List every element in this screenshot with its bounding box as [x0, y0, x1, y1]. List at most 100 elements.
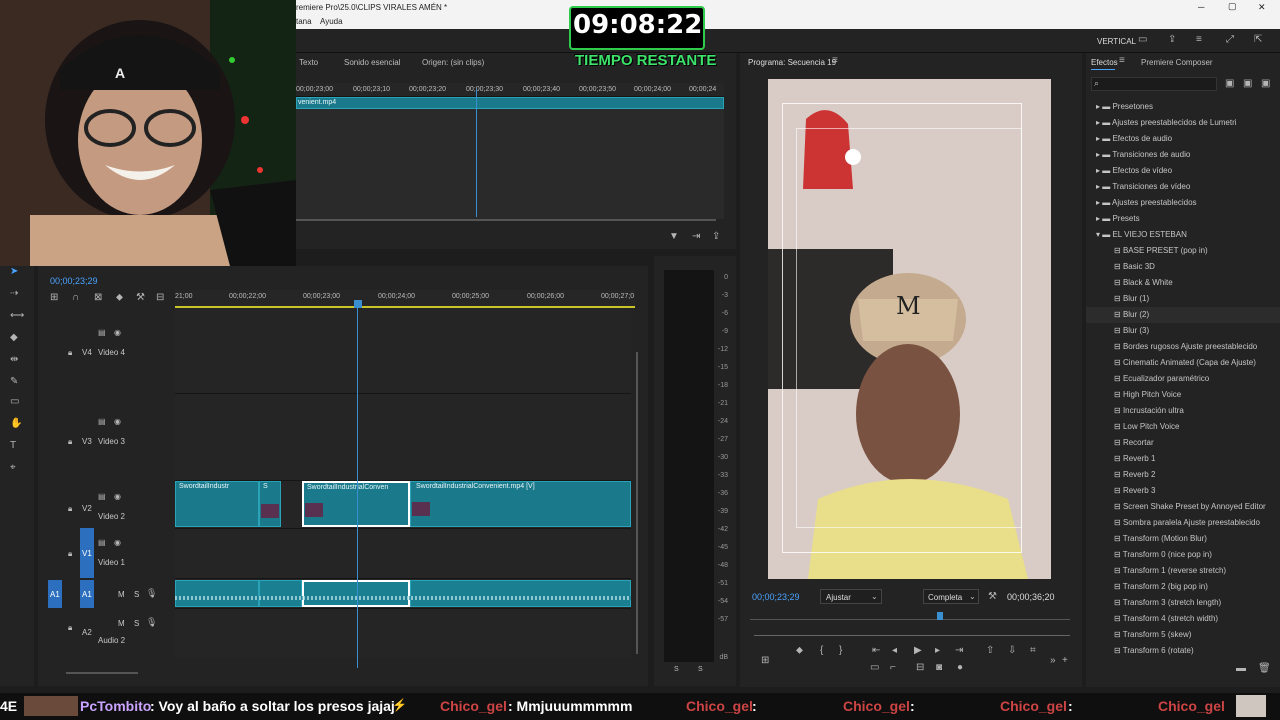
clip[interactable]: SwordtailIndustr — [175, 481, 259, 527]
razor-icon[interactable]: ◆ — [10, 332, 18, 343]
preset-item[interactable]: ⊟ Blur (1) — [1114, 291, 1149, 307]
horizontal-scrollbar[interactable] — [66, 672, 138, 674]
step-back-icon[interactable]: ◂ — [892, 645, 897, 656]
preset-item[interactable]: ⊟ Transform 1 (reverse stretch) — [1114, 563, 1226, 579]
panel-menu-icon[interactable]: ≡ — [1119, 55, 1125, 66]
add-button-icon[interactable]: + — [1062, 655, 1068, 666]
tab-origen[interactable]: Origen: (sin clips) — [422, 58, 484, 67]
pen-icon[interactable]: ✎ — [10, 376, 18, 387]
snap-icon[interactable]: ∩ — [72, 292, 79, 303]
eye-icon[interactable]: ◉ — [114, 538, 121, 547]
preset-item[interactable]: ⊟ Transform 2 (big pop in) — [1114, 579, 1208, 595]
preset-item[interactable]: ⊟ Basic 3D — [1114, 259, 1155, 275]
preset-item[interactable]: ⊟ Recortar — [1114, 435, 1154, 451]
settings-icon[interactable]: ⊞ — [761, 655, 769, 666]
nest-icon[interactable]: ⊞ — [50, 292, 58, 303]
wrench-icon[interactable]: ⚒ — [988, 591, 997, 602]
quality-dropdown[interactable]: Completa ⌄ — [923, 589, 979, 604]
preset-item[interactable]: ⊟ Reverb 1 — [1114, 451, 1155, 467]
preset-item[interactable]: ⊟ Bordes rugosos Ajuste preestablecido — [1114, 339, 1257, 355]
meter-solo[interactable]: S — [698, 666, 703, 673]
meter-solo[interactable]: S — [674, 666, 679, 673]
toggle-sync-icon[interactable]: ▤ — [98, 328, 106, 337]
source-scrollbar[interactable] — [296, 219, 716, 221]
tab-sonido-esencial[interactable]: Sonido esencial — [344, 58, 400, 67]
wrench-icon[interactable]: ⚒ — [136, 292, 145, 303]
lock-icon[interactable]: 🔒︎ — [68, 437, 72, 447]
solo-button[interactable]: S — [134, 619, 139, 628]
export-icon[interactable]: ⇪ — [1168, 34, 1176, 45]
maximize-button[interactable]: ▢ — [1228, 1, 1237, 12]
eye-icon[interactable]: ◉ — [114, 417, 121, 426]
trash-icon[interactable]: 🗑︎ — [1258, 663, 1271, 674]
program-ruler[interactable] — [750, 610, 1070, 620]
program-playhead[interactable] — [937, 612, 943, 620]
folder-presetones[interactable]: ▸ ▬ Presetones — [1096, 99, 1153, 115]
type-icon[interactable]: T — [10, 440, 16, 451]
tab-premiere-composer[interactable]: Premiere Composer — [1141, 58, 1213, 67]
solo-button[interactable]: S — [134, 590, 139, 599]
panel-icon[interactable]: ▭ — [1138, 34, 1147, 45]
menu-item-ventana[interactable]: tana — [296, 17, 312, 26]
caption-icon[interactable]: ⌖ — [10, 462, 16, 473]
more-icon[interactable]: » — [1050, 655, 1056, 666]
add-marker-icon[interactable]: ⬥ — [116, 292, 123, 303]
play-icon[interactable]: ▶ — [914, 645, 922, 656]
folder-video-transitions[interactable]: ▸ ▬ Transiciones de vídeo — [1096, 179, 1190, 195]
timeline-playhead-handle[interactable] — [354, 300, 362, 308]
preset-item[interactable]: ⊟ BASE PRESET (pop in) — [1114, 243, 1208, 259]
mark-out-icon[interactable]: } — [839, 645, 842, 656]
lock-icon[interactable]: 🔒︎ — [68, 549, 72, 559]
preset-item[interactable]: ⊟ Transform (Motion Blur) — [1114, 531, 1207, 547]
panel-menu-icon[interactable]: ≡ — [832, 55, 838, 66]
step-forward-icon[interactable]: ▸ — [935, 645, 940, 656]
go-to-in-icon[interactable]: ⇤ — [872, 645, 880, 656]
fit-dropdown[interactable]: Ajustar ⌄ — [820, 589, 882, 604]
tab-efectos[interactable]: Efectos — [1091, 58, 1118, 67]
linked-selection-icon[interactable]: ⊠ — [94, 292, 102, 303]
timeline-playhead[interactable] — [357, 308, 358, 668]
ripple-edit-icon[interactable]: ⟷ — [10, 310, 24, 321]
safe-margins-icon[interactable]: ⌐ — [890, 662, 896, 673]
preset-item[interactable]: ⊟ Screen Shake Preset by Annoyed Editor — [1114, 499, 1266, 515]
mute-button[interactable]: M — [118, 619, 125, 628]
preset-item[interactable]: ⊟ Reverb 3 — [1114, 483, 1155, 499]
camera-icon[interactable]: ◙ — [936, 662, 942, 673]
program-timecode[interactable]: 00;00;23;29 — [752, 592, 800, 602]
yuv-icon[interactable]: ▣ — [1261, 78, 1270, 89]
preset-item[interactable]: ⊟ Transform 5 (skew) — [1114, 627, 1191, 643]
export-frame-icon[interactable]: ⇪ — [712, 231, 720, 242]
timeline-timecode[interactable]: 00;00;23;29 — [50, 276, 98, 286]
folder-el-viejo-esteban[interactable]: ▾ ▬ EL VIEJO ESTEBAN — [1096, 227, 1187, 243]
preset-item-selected[interactable]: ⊟ Blur (2) — [1086, 307, 1280, 323]
folder-lumetri[interactable]: ▸ ▬ Ajustes preestablecidos de Lumetri — [1096, 115, 1237, 131]
preset-item[interactable]: ⊟ Transform 0 (nice pop in) — [1114, 547, 1212, 563]
clip[interactable]: SwordtailIndustrialConvenient.mp4 [V] — [410, 481, 631, 527]
share-icon[interactable]: ⇱ — [1254, 34, 1262, 45]
tracks-area[interactable]: SwordtailIndustr S SwordtailIndustrialCo… — [175, 308, 631, 658]
program-zoom-bar[interactable] — [754, 635, 1070, 636]
program-title[interactable]: Programa: Secuencia 19 — [748, 58, 836, 67]
microphone-icon[interactable]: 🎙︎ — [146, 617, 157, 628]
lock-icon[interactable]: 🔒︎ — [68, 348, 72, 358]
extract-icon[interactable]: ⇩ — [1008, 645, 1016, 656]
insert-icon[interactable]: ⇥ — [692, 231, 700, 242]
source-playhead[interactable] — [476, 89, 477, 217]
filter-icon[interactable]: ▼ — [669, 231, 679, 242]
preset-item[interactable]: ⊟ Incrustación ultra — [1114, 403, 1184, 419]
source-clip[interactable]: venient.mp4 — [296, 97, 724, 109]
track-select-icon[interactable]: ⇢ — [10, 288, 18, 299]
audio-clip[interactable] — [410, 580, 631, 607]
32bit-icon[interactable]: ▣ — [1243, 78, 1252, 89]
go-to-out-icon[interactable]: ⇥ — [955, 645, 963, 656]
eye-icon[interactable]: ◉ — [114, 492, 121, 501]
close-button[interactable]: ✕ — [1258, 2, 1266, 13]
preset-item[interactable]: ⊟ Reverb 2 — [1114, 467, 1155, 483]
clip[interactable]: S — [259, 481, 281, 527]
toggle-sync-icon[interactable]: ▤ — [98, 492, 106, 501]
folder-presets-ajustes[interactable]: ▸ ▬ Ajustes preestablecidos — [1096, 195, 1197, 211]
microphone-icon[interactable]: 🎙︎ — [146, 588, 157, 599]
new-folder-icon[interactable]: ▬ — [1236, 663, 1246, 674]
folder-video-effects[interactable]: ▸ ▬ Efectos de vídeo — [1096, 163, 1172, 179]
rectangle-icon[interactable]: ▭ — [10, 396, 19, 407]
